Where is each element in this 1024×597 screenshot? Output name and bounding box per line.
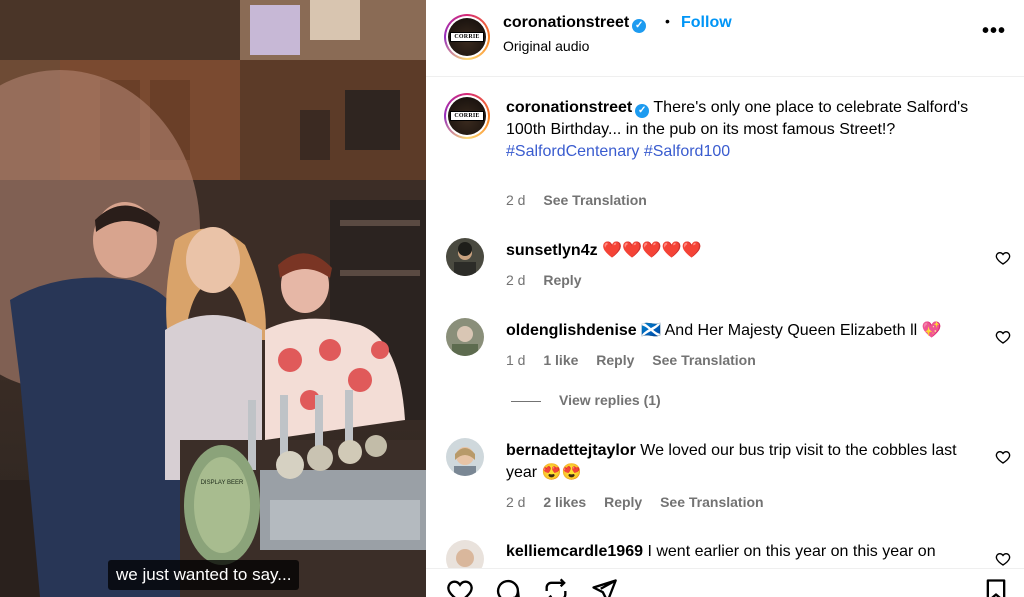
comment-time[interactable]: 2 d bbox=[506, 494, 525, 510]
caption-hashtags[interactable]: #SalfordCentenary #Salford100 bbox=[506, 143, 730, 160]
comment-text: kelliemcardle1969 I went earlier on this… bbox=[506, 541, 976, 563]
verified-icon: ✓ bbox=[632, 19, 647, 33]
comment-meta: 2 d 2 likes Reply See Translation bbox=[506, 494, 778, 510]
caption-avatar[interactable]: CORRIE bbox=[444, 93, 490, 139]
comment-username[interactable]: oldenglishdenise bbox=[506, 322, 637, 339]
author-avatar[interactable]: CORRIE bbox=[444, 14, 490, 60]
more-options-icon[interactable]: ••• bbox=[982, 20, 1006, 43]
reel-video[interactable]: DISPLAY BEER we just wanted to say... bbox=[0, 0, 426, 597]
follow-button[interactable]: Follow bbox=[681, 14, 732, 32]
like-comment-heart-icon[interactable] bbox=[995, 250, 1011, 266]
verified-icon: ✓ bbox=[635, 104, 650, 118]
comment-text: sunsetlyn4z ❤️❤️❤️❤️❤️ bbox=[506, 240, 976, 262]
comment-text: bernadettejtaylor We loved our bus trip … bbox=[506, 440, 976, 484]
comment-username[interactable]: sunsetlyn4z bbox=[506, 242, 598, 259]
see-translation-button[interactable]: See Translation bbox=[543, 192, 646, 208]
comment-username[interactable]: bernadettejtaylor bbox=[506, 442, 636, 459]
comment-body: ❤️❤️❤️❤️❤️ bbox=[602, 242, 702, 259]
comment-bubble-icon[interactable] bbox=[494, 577, 522, 597]
video-frame: DISPLAY BEER bbox=[0, 0, 426, 597]
reply-button[interactable]: Reply bbox=[543, 272, 581, 288]
comment-meta: 2 d Reply bbox=[506, 272, 595, 288]
commenter-avatar[interactable] bbox=[446, 318, 484, 356]
comment-time[interactable]: 1 d bbox=[506, 352, 525, 368]
caption-username[interactable]: coronationstreet ✓ bbox=[506, 99, 650, 118]
like-comment-heart-icon[interactable] bbox=[995, 449, 1011, 465]
comment-body: 🏴󠁧󠁢󠁳󠁣󠁴󠁿 And Her Majesty Queen Elizabeth … bbox=[641, 322, 942, 339]
post-action-bar bbox=[426, 568, 1024, 597]
commenter-avatar[interactable] bbox=[446, 238, 484, 276]
corrie-logo: CORRIE bbox=[450, 32, 484, 42]
separator-dot: • bbox=[665, 13, 670, 29]
post-header: CORRIE coronationstreet ✓ • Follow Origin… bbox=[426, 0, 1024, 77]
comment-likes[interactable]: 1 like bbox=[543, 352, 578, 368]
post-panel: CORRIE coronationstreet ✓ • Follow Origin… bbox=[426, 0, 1024, 597]
comment-body: I went earlier on this year on this year… bbox=[647, 543, 936, 560]
replies-divider bbox=[511, 400, 541, 402]
like-comment-heart-icon[interactable] bbox=[995, 551, 1011, 567]
author-username[interactable]: coronationstreet ✓ bbox=[503, 14, 647, 33]
video-subtitle: we just wanted to say... bbox=[108, 560, 300, 590]
comment-time[interactable]: 2 d bbox=[506, 272, 525, 288]
repost-icon[interactable] bbox=[542, 577, 570, 597]
comment-meta: 1 d 1 like Reply See Translation bbox=[506, 352, 770, 368]
save-bookmark-icon[interactable] bbox=[982, 577, 1010, 597]
caption-time[interactable]: 2 d bbox=[506, 192, 525, 208]
view-replies-button[interactable]: View replies (1) bbox=[511, 392, 661, 408]
audio-link[interactable]: Original audio bbox=[503, 38, 589, 54]
commenter-avatar[interactable] bbox=[446, 438, 484, 476]
corrie-logo: CORRIE bbox=[450, 111, 484, 121]
see-translation-button[interactable]: See Translation bbox=[660, 494, 763, 510]
like-comment-heart-icon[interactable] bbox=[995, 329, 1011, 345]
reply-button[interactable]: Reply bbox=[596, 352, 634, 368]
share-paper-plane-icon[interactable] bbox=[590, 577, 618, 597]
caption-text: coronationstreet ✓ There's only one place… bbox=[506, 97, 976, 163]
like-heart-icon[interactable] bbox=[446, 577, 474, 597]
comment-text: oldenglishdenise 🏴󠁧󠁢󠁳󠁣󠁴󠁿 And Her Majesty… bbox=[506, 320, 976, 342]
reply-button[interactable]: Reply bbox=[604, 494, 642, 510]
comment-likes[interactable]: 2 likes bbox=[543, 494, 586, 510]
comment-username[interactable]: kelliemcardle1969 bbox=[506, 543, 643, 560]
caption-meta: 2 d See Translation bbox=[506, 192, 661, 208]
pump-clip-label: DISPLAY BEER bbox=[201, 480, 244, 486]
see-translation-button[interactable]: See Translation bbox=[652, 352, 755, 368]
